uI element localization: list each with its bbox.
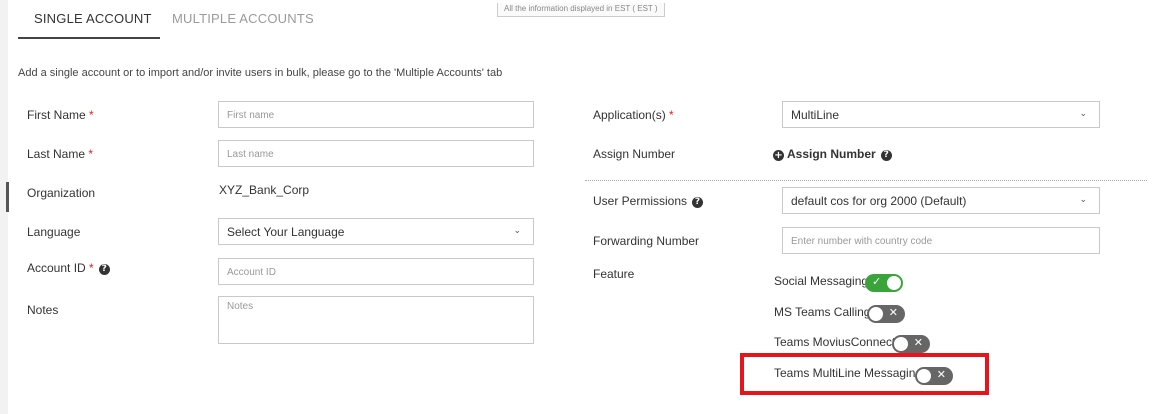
close-icon: ✕ — [913, 336, 923, 349]
check-icon: ✓ — [872, 275, 882, 288]
user-permissions-label: User Permissions? — [593, 194, 704, 208]
toggle-knob — [894, 337, 908, 351]
social-messaging-label: Social Messaging — [774, 274, 869, 288]
side-marker — [6, 182, 9, 212]
tab-single-account[interactable]: SINGLE ACCOUNT — [34, 11, 152, 26]
ms-teams-calling-label: MS Teams Calling — [774, 305, 871, 319]
forwarding-number-label: Forwarding Number — [593, 234, 700, 248]
timezone-note: All the information displayed in EST ( E… — [497, 3, 665, 17]
last-name-input[interactable]: Last name — [218, 140, 534, 167]
first-name-input[interactable]: First name — [218, 101, 534, 128]
active-tab-underline — [18, 37, 160, 39]
intro-text: Add a single account or to import and/or… — [18, 67, 503, 79]
applications-select[interactable]: MultiLine ⌄ — [782, 101, 1100, 128]
social-messaging-toggle[interactable]: ✓ — [865, 274, 903, 292]
chevron-down-icon: ⌄ — [1079, 195, 1087, 205]
question-circle-icon[interactable]: ? — [692, 197, 704, 208]
feature-label: Feature — [593, 267, 635, 281]
assign-number-label: Assign Number — [593, 147, 676, 161]
user-permissions-selected: default cos for org 2000 (Default) — [791, 194, 967, 208]
notes-textarea[interactable]: Notes — [218, 296, 534, 344]
teams-moviusconnect-toggle[interactable]: ✕ — [892, 335, 930, 353]
toggle-knob — [887, 276, 901, 290]
organization-value: XYZ_Bank_Corp — [219, 183, 310, 197]
applications-label: Application(s) * — [593, 108, 674, 122]
toggle-knob — [869, 307, 883, 321]
question-circle-icon[interactable]: ? — [98, 264, 110, 275]
language-label: Language — [27, 225, 81, 239]
chevron-down-icon: ⌄ — [1079, 109, 1087, 119]
account-id-input[interactable]: Account ID — [218, 258, 534, 285]
notes-label: Notes — [27, 303, 59, 317]
assign-number-link[interactable]: + Assign Number? — [773, 147, 892, 161]
organization-label: Organization — [27, 186, 96, 200]
plus-circle-icon: + — [773, 150, 784, 161]
tab-multiple-accounts[interactable]: MULTIPLE ACCOUNTS — [172, 11, 314, 26]
language-select[interactable]: Select Your Language ⌄ — [218, 218, 534, 245]
applications-selected: MultiLine — [791, 108, 840, 122]
first-name-label: First Name * — [27, 108, 94, 122]
teams-moviusconnect-label: Teams MoviusConnect — [774, 335, 896, 349]
user-permissions-select[interactable]: default cos for org 2000 (Default) ⌄ — [782, 187, 1100, 214]
last-name-label: Last Name * — [27, 147, 94, 161]
language-selected: Select Your Language — [227, 225, 345, 239]
forwarding-number-input[interactable]: Enter number with country code — [782, 227, 1100, 254]
account-id-label: Account ID *? — [27, 261, 110, 275]
chevron-down-icon: ⌄ — [513, 226, 521, 236]
highlight-box — [740, 353, 989, 395]
section-divider — [585, 180, 1147, 181]
close-icon: ✕ — [888, 306, 898, 319]
question-circle-icon[interactable]: ? — [880, 150, 892, 161]
ms-teams-calling-toggle[interactable]: ✕ — [867, 305, 905, 323]
